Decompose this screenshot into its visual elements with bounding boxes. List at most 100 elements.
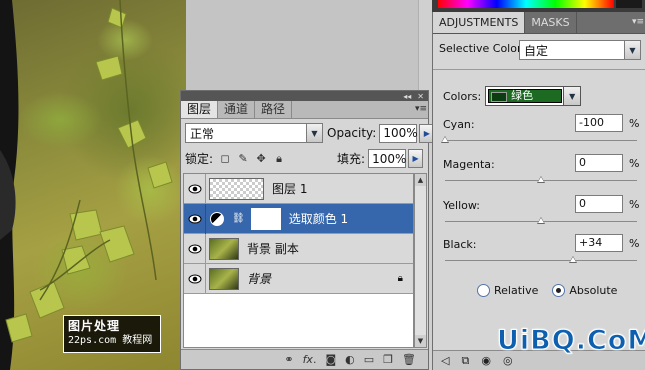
colors-select[interactable]: 绿色 ▼	[485, 86, 582, 106]
layer-name: 背景 副本	[247, 242, 299, 256]
layer-list-scrollbar[interactable]: ▲ ▼	[414, 173, 427, 348]
watermark-line2: 22ps.com 教程网	[68, 334, 156, 348]
yellow-input[interactable]: 0	[575, 195, 623, 213]
new-group-icon[interactable]: ▭	[364, 353, 374, 366]
scroll-up-icon[interactable]: ▲	[415, 174, 426, 186]
site-watermark-logo: UiBQ.CoM	[496, 325, 645, 357]
adjustments-tabbar: ADJUSTMENTS MASKS ▾≡	[433, 12, 645, 34]
layers-tabbar: 图层 通道 路径 ▾≡	[181, 101, 428, 119]
black-track[interactable]	[445, 260, 637, 261]
tab-layers[interactable]: 图层	[181, 101, 219, 118]
watermark-badge: 图片处理 22ps.com 教程网	[63, 315, 161, 353]
lock-brush-icon[interactable]: ✎	[237, 152, 249, 165]
chain-link-icon[interactable]: ⛓	[232, 213, 245, 224]
magenta-knob[interactable]	[537, 176, 545, 183]
back-arrow-icon[interactable]: ◁	[441, 354, 449, 367]
layer-row-selective-color[interactable]: ⛓ 选取颜色 1	[184, 203, 413, 234]
watermark-line1: 图片处理	[68, 319, 121, 333]
collapse-icon[interactable]: ◂◂	[403, 92, 411, 101]
eye-icon[interactable]	[184, 173, 206, 204]
lock-options: ◻ ✎ ✥ 🔒︎	[219, 152, 285, 166]
relative-radio[interactable]: Relative	[477, 284, 538, 297]
preset-select[interactable]: 自定 ▼	[519, 40, 641, 60]
layer-thumbnail	[209, 237, 239, 260]
link-layers-icon[interactable]: ⚭	[284, 353, 293, 366]
absolute-label: Absolute	[569, 284, 618, 297]
fx-icon[interactable]: fx.	[303, 353, 317, 366]
cyan-track[interactable]	[445, 140, 637, 141]
panel-menu-icon[interactable]: ▾≡	[414, 101, 428, 118]
method-radio-group: Relative Absolute	[477, 284, 617, 297]
layers-panel: ◂◂ ✕ 图层 通道 路径 ▾≡ 正常 ▼ Opacity: 100% ▶ 锁定…	[180, 90, 435, 370]
layer-row-layer1[interactable]: 图层 1	[184, 173, 413, 204]
lock-move-icon[interactable]: ✥	[255, 152, 267, 165]
black-knob[interactable]	[569, 256, 577, 263]
chevron-down-icon[interactable]: ▼	[563, 87, 581, 105]
new-layer-icon[interactable]: ❐	[383, 353, 393, 366]
layer-name: 背景	[247, 272, 272, 286]
layer-thumbnail	[209, 177, 264, 200]
layer-list: 图层 1 ⛓ 选取颜色 1 背景 副本 背景 🔒︎	[183, 173, 414, 348]
black-input[interactable]: +34	[575, 234, 623, 252]
yellow-label: Yellow:	[443, 199, 480, 212]
layer-name: 选取颜色 1	[288, 212, 349, 226]
lock-icon: 🔒︎	[397, 273, 403, 284]
tab-channels[interactable]: 通道	[218, 101, 256, 118]
yellow-unit: %	[629, 198, 640, 211]
blend-mode-select[interactable]: 正常 ▼	[185, 123, 323, 143]
new-adjustment-icon[interactable]: ◐	[345, 353, 355, 366]
trash-icon[interactable]: 🗑︎	[402, 353, 416, 366]
adjustment-title: Selective Color	[439, 42, 522, 55]
opacity-input[interactable]: 100%	[379, 123, 418, 143]
colors-label: Colors:	[443, 89, 482, 103]
absolute-radio[interactable]: Absolute	[552, 284, 617, 297]
layers-footer-toolbar: ⚭ fx. ◙ ◐ ▭ ❐ 🗑︎	[181, 349, 428, 369]
black-unit: %	[629, 237, 640, 250]
color-spectrum[interactable]	[438, 0, 614, 8]
fill-input[interactable]: 100%	[368, 149, 406, 168]
fill-slider-arrow-icon[interactable]: ▶	[408, 149, 424, 168]
layer-mask-thumbnail[interactable]	[250, 207, 281, 230]
expand-view-icon[interactable]: ⧉	[461, 354, 469, 368]
tab-paths[interactable]: 路径	[255, 101, 293, 118]
scroll-down-icon[interactable]: ▼	[415, 335, 426, 347]
add-mask-icon[interactable]: ◙	[325, 353, 336, 366]
cyan-input[interactable]: -100	[575, 114, 623, 132]
eye-icon[interactable]	[184, 263, 206, 294]
fill-label: 填充:	[337, 152, 366, 166]
clip-icon[interactable]: ◉	[481, 354, 491, 367]
lock-all-icon[interactable]: 🔒︎	[273, 152, 285, 165]
yellow-knob[interactable]	[537, 217, 545, 224]
layer-row-background-copy[interactable]: 背景 副本	[184, 233, 413, 264]
radio-selected-icon[interactable]	[552, 284, 566, 297]
magenta-input[interactable]: 0	[575, 154, 623, 172]
tab-masks[interactable]: MASKS	[525, 12, 577, 33]
color-swatch-icon[interactable]	[616, 0, 642, 8]
blend-row: 正常 ▼ Opacity: 100% ▶	[185, 123, 435, 143]
tab-adjustments[interactable]: ADJUSTMENTS	[433, 12, 526, 33]
lock-row: 锁定: ◻ ✎ ✥ 🔒︎ 填充: 100% ▶	[185, 149, 425, 168]
layer-row-background[interactable]: 背景 🔒︎	[184, 263, 413, 294]
eye-icon[interactable]	[184, 203, 206, 234]
cyan-label: Cyan:	[443, 118, 475, 131]
cyan-unit: %	[629, 117, 640, 130]
panel-menu-icon[interactable]: ▾≡	[631, 12, 645, 33]
close-icon[interactable]: ✕	[417, 92, 424, 101]
relative-label: Relative	[494, 284, 539, 297]
canvas-photo: 图片处理 22ps.com 教程网	[0, 0, 186, 370]
layers-panel-titlebar[interactable]: ◂◂ ✕	[181, 91, 428, 101]
layer-name: 图层 1	[272, 182, 308, 196]
chevron-down-icon[interactable]: ▼	[624, 41, 640, 59]
eye-icon[interactable]	[184, 233, 206, 264]
adjustments-panel: ADJUSTMENTS MASKS ▾≡ Selective Color 自定 …	[432, 12, 645, 370]
adjustment-header: Selective Color 自定 ▼	[433, 34, 645, 70]
lock-transparency-icon[interactable]: ◻	[219, 152, 231, 165]
cyan-knob[interactable]	[441, 136, 449, 143]
magenta-label: Magenta:	[443, 158, 495, 171]
radio-icon[interactable]	[477, 284, 490, 297]
chevron-down-icon[interactable]: ▼	[306, 124, 322, 142]
watermark-line3: 教程网	[122, 335, 153, 346]
layer-thumbnail	[209, 267, 239, 290]
workspace-background	[186, 0, 418, 90]
watermark-domain: 22ps.com	[68, 335, 117, 346]
